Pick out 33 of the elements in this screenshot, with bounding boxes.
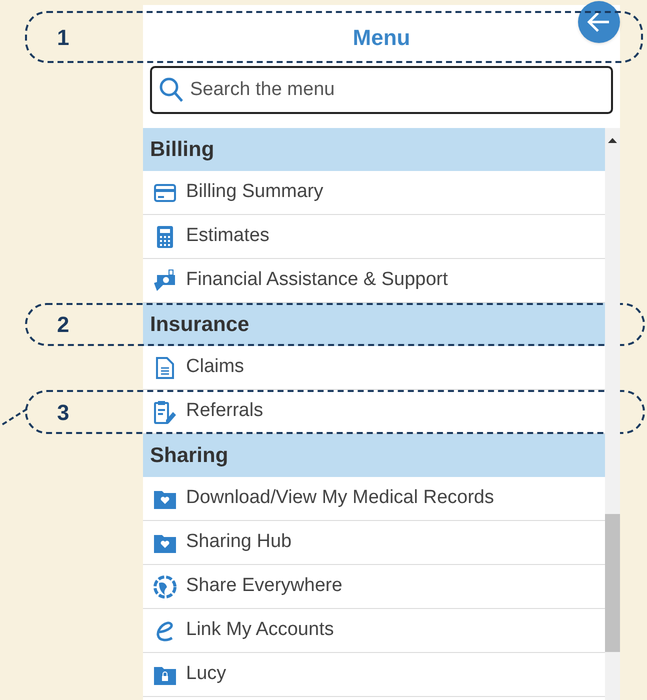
scrollbar[interactable] <box>605 128 620 700</box>
folder-heart-icon <box>154 488 176 508</box>
calculator-icon <box>156 226 172 248</box>
menu-item-label: Sharing Hub <box>186 530 292 554</box>
callout-number: 1 <box>57 24 70 52</box>
callout-number: 3 <box>57 398 70 426</box>
letter-e-icon <box>154 620 176 642</box>
section-title: Sharing <box>150 442 228 469</box>
folder-heart-icon <box>154 532 176 552</box>
scrollbar-thumb[interactable] <box>605 514 620 652</box>
callout-number: 2 <box>57 311 70 339</box>
back-button[interactable] <box>578 1 620 43</box>
clipboard-pencil-icon <box>154 400 176 424</box>
menu-item-label: Download/View My Medical Records <box>186 486 494 510</box>
credit-card-icon <box>154 184 176 202</box>
menu-title: Menu <box>352 24 410 52</box>
menu-item-label: Link My Accounts <box>186 618 334 642</box>
menu-item-label: Share Everywhere <box>186 574 342 598</box>
menu-item-label: Billing Summary <box>186 180 324 204</box>
document-icon <box>156 356 174 378</box>
search-icon <box>159 77 183 103</box>
menu-item-label: Estimates <box>186 224 270 248</box>
menu-item-label: Referrals <box>186 399 264 424</box>
section-title: Insurance <box>150 312 250 338</box>
scroll-up-icon <box>608 138 617 143</box>
menu-item-label: Financial Assistance & Support <box>186 268 448 292</box>
locked-folder-icon <box>154 664 176 684</box>
menu-item-label: Lucy <box>186 662 226 686</box>
globe-icon <box>152 574 176 598</box>
section-title: Billing <box>150 136 214 163</box>
arrow-left-icon <box>587 11 611 33</box>
menu-item-label: Claims <box>186 355 244 380</box>
search-field[interactable]: Search the menu <box>150 66 613 114</box>
